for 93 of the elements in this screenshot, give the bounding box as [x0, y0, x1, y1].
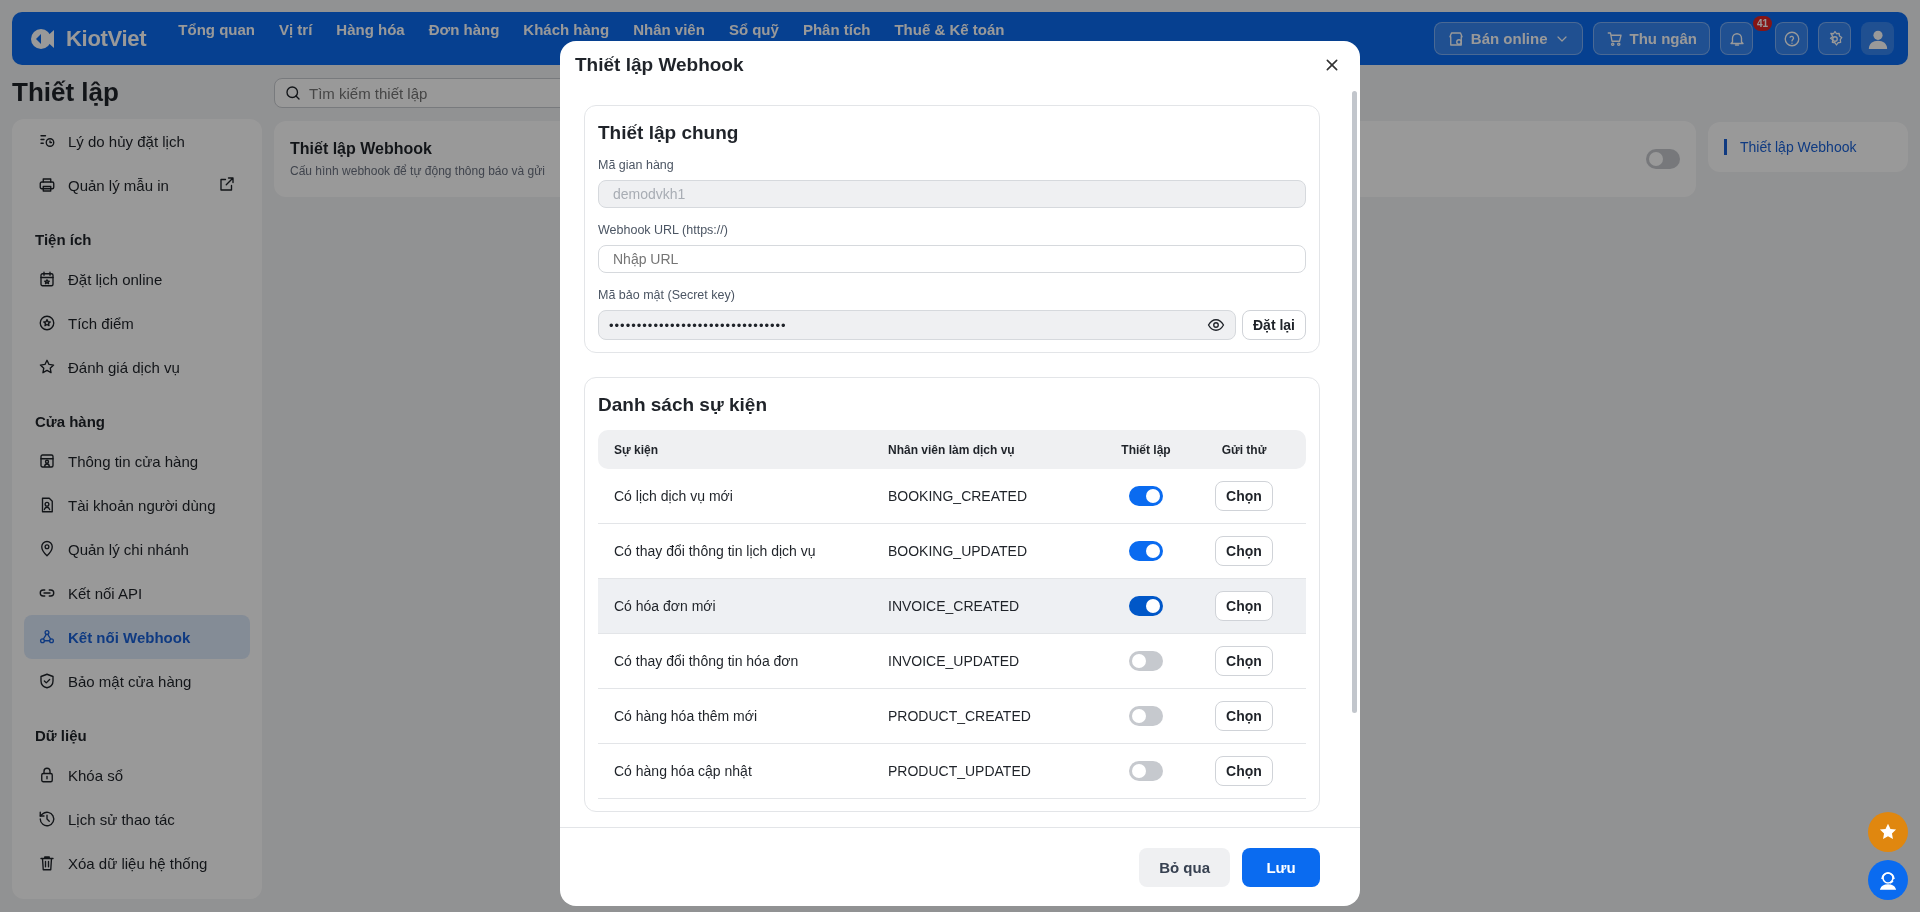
nav-item[interactable]: Đơn hàng — [428, 21, 500, 38]
nav-item[interactable]: Tổng quan — [178, 21, 255, 38]
table-cell-text: Có hàng hóa cập nhật — [613, 763, 753, 779]
cancel-button[interactable]: Bỏ qua — [1139, 847, 1230, 887]
nav-item[interactable]: Khách hàng — [523, 21, 610, 38]
nav-item[interactable]: Thuế & Kế toán — [894, 21, 1005, 38]
secret-key-field[interactable]: •••••••••••••••••••••••••••••••• — [598, 310, 1236, 340]
page-title: Thiết lập — [12, 75, 120, 109]
history-icon — [38, 810, 56, 828]
table-cell-text: Có hàng hóa thêm mới — [613, 708, 759, 724]
sidebar-item[interactable]: Tích điểm — [24, 301, 250, 345]
toggle-switch[interactable] — [1129, 541, 1163, 561]
sidebar-item[interactable]: Khóa sổ — [24, 753, 250, 797]
external-link-icon — [218, 174, 236, 193]
table-cell-text: Có thay đổi thông tin lịch dịch vụ — [613, 543, 817, 559]
card-title: Thiết lập Webhook — [290, 140, 432, 158]
sidebar-item[interactable]: Tài khoản người dùng — [24, 483, 250, 527]
sidebar-heading: Dữ liệu — [34, 726, 88, 746]
sidebar-heading: Cửa hàng — [34, 412, 107, 432]
section-title: Danh sách sự kiện — [598, 394, 768, 416]
column-header: Gửi thử — [1220, 442, 1268, 457]
table-cell-text: INVOICE_UPDATED — [888, 653, 1021, 669]
toggle-switch[interactable] — [1129, 706, 1163, 726]
sidebar-item[interactable]: Lý do hủy đặt lịch — [24, 119, 250, 163]
select-button[interactable]: Chọn — [1215, 481, 1273, 511]
nav-item[interactable]: Phân tích — [802, 21, 871, 38]
nav-item[interactable]: Hàng hóa — [336, 21, 405, 38]
nav-item[interactable]: Nhân viên — [633, 21, 705, 38]
nav-item[interactable]: Sổ quỹ — [728, 21, 779, 38]
table-cell-text: Có lịch dịch vụ mới — [613, 488, 734, 504]
save-button[interactable]: Lưu — [1242, 847, 1320, 887]
sidebar-item[interactable]: Thông tin cửa hàng — [24, 439, 250, 483]
table-cell-text: PRODUCT_UPDATED — [888, 763, 1032, 779]
sidebar-item[interactable]: Xóa dữ liệu hệ thống — [24, 841, 250, 885]
section-link[interactable]: Thiết lập Webhook — [1724, 139, 1857, 155]
select-button[interactable]: Chọn — [1215, 756, 1273, 786]
reset-button[interactable]: Đặt lại — [1242, 310, 1306, 340]
shield-icon — [38, 672, 56, 690]
sidebar-item[interactable]: Quản lý mẫu in — [24, 163, 250, 207]
select-button[interactable]: Chọn — [1215, 701, 1273, 731]
sidebar-item[interactable]: Quản lý chi nhánh — [24, 527, 250, 571]
toggle-switch[interactable] — [1646, 149, 1680, 169]
field-label: Mã gian hàng — [598, 158, 675, 172]
dialog-title: Thiết lập Webhook — [575, 54, 745, 76]
field-label: Mã bảo mật (Secret key) — [598, 288, 736, 302]
section-title: Thiết lập chung — [598, 122, 740, 144]
select-button[interactable]: Chọn — [1215, 536, 1273, 566]
sidebar-item[interactable]: Đánh giá dịch vụ — [24, 345, 250, 389]
toggle-switch[interactable] — [1129, 651, 1163, 671]
sidebar-item[interactable]: Bảo mật cửa hàng — [24, 659, 250, 703]
eye-icon — [1207, 316, 1225, 334]
search-icon — [284, 84, 302, 102]
trash-icon — [38, 854, 56, 872]
support-button[interactable] — [1868, 860, 1908, 900]
column-header: Nhân viên làm dịch vụ — [888, 442, 1016, 457]
column-header: Sự kiện — [613, 442, 660, 457]
notification-badge: 41 — [1753, 16, 1773, 31]
star-icon — [38, 358, 56, 376]
toggle-switch[interactable] — [1129, 596, 1163, 616]
favorite-button[interactable] — [1868, 812, 1908, 852]
nav-item[interactable]: Vị trí — [279, 21, 313, 38]
star-circle-icon — [38, 314, 56, 332]
field-label: Webhook URL (https://) — [598, 223, 729, 237]
table-cell-text: BOOKING_UPDATED — [888, 543, 1028, 559]
table-cell-text: Có thay đổi thông tin hóa đơn — [613, 653, 800, 669]
calendar-icon — [38, 270, 56, 288]
column-header: Thiết lập — [1120, 442, 1172, 457]
select-button[interactable]: Chọn — [1215, 591, 1273, 621]
sidebar-item[interactable]: Kết nối API — [24, 571, 250, 615]
scrollbar-thumb[interactable] — [1352, 91, 1357, 713]
card-subtitle: Cấu hình webhook để tự động thông báo và gửi — [290, 164, 545, 178]
toggle-switch[interactable] — [1129, 486, 1163, 506]
store-icon — [38, 452, 56, 470]
table-cell-text: Có hóa đơn mới — [613, 598, 717, 614]
webhook-icon — [38, 628, 56, 646]
store-icon — [1446, 29, 1465, 48]
help-icon — [1782, 29, 1801, 48]
printer-icon — [38, 176, 56, 194]
table-cell-text: INVOICE_CREATED — [888, 598, 1021, 614]
sidebar-item[interactable]: Lịch sử thao tác — [24, 797, 250, 841]
toggle-switch[interactable] — [1129, 761, 1163, 781]
table-cell-text: BOOKING_CREATED — [888, 488, 1028, 504]
lock-icon — [38, 766, 56, 784]
select-button[interactable]: Chọn — [1215, 646, 1273, 676]
close-icon — [1324, 57, 1340, 73]
table-cell-text: PRODUCT_CREATED — [888, 708, 1032, 724]
logo-text: KiotViet — [66, 25, 147, 52]
sidebar-heading: Tiện ích — [34, 230, 93, 250]
location-pin-icon — [38, 540, 56, 558]
cart-icon — [1605, 29, 1624, 48]
list-icon — [38, 132, 56, 150]
sidebar-item[interactable]: Đặt lịch online — [24, 257, 250, 301]
url-input-field[interactable]: Nhập URL — [598, 245, 1306, 273]
